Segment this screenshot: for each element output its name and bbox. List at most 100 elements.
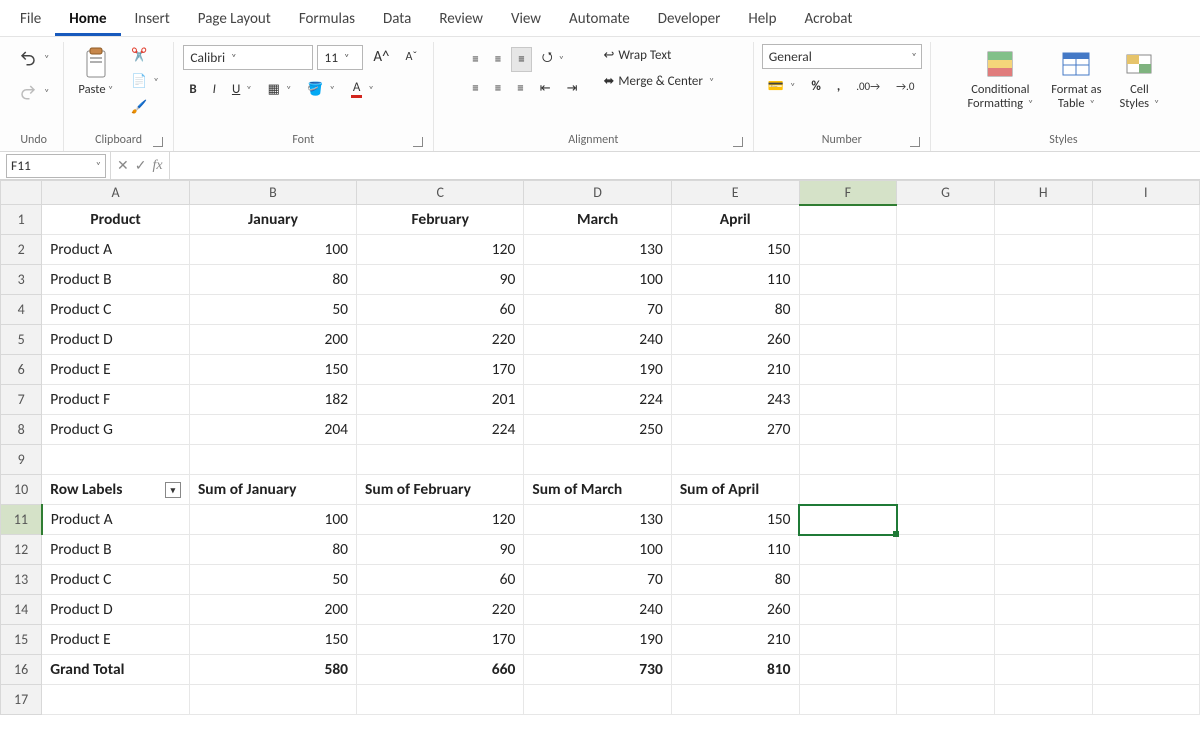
cell[interactable]: 730 — [524, 655, 671, 685]
cell[interactable]: 170 — [357, 625, 524, 655]
cell[interactable]: 150 — [671, 505, 799, 535]
cell[interactable]: Sum of January — [189, 475, 356, 505]
cell[interactable] — [799, 415, 897, 445]
cell[interactable]: 182 — [189, 385, 356, 415]
cell[interactable]: 100 — [524, 265, 671, 295]
row-header-8[interactable]: 8 — [1, 415, 42, 445]
col-header-A[interactable]: A — [42, 181, 190, 205]
cell[interactable] — [897, 535, 995, 565]
number-format-combo[interactable]: General˅ — [762, 44, 922, 69]
conditional-formatting-button[interactable]: ConditionalFormatting ˅ — [961, 44, 1039, 115]
cell[interactable] — [897, 565, 995, 595]
cell[interactable] — [897, 295, 995, 325]
cell[interactable]: 150 — [189, 625, 356, 655]
cell[interactable]: 200 — [189, 325, 356, 355]
cell[interactable] — [1092, 565, 1199, 595]
comma-button[interactable]: , — [831, 75, 846, 98]
dialog-launcher-icon[interactable] — [413, 137, 423, 147]
cell[interactable]: 90 — [357, 265, 524, 295]
cell[interactable]: 190 — [524, 625, 671, 655]
cell[interactable] — [799, 685, 897, 715]
row-header-11[interactable]: 11 — [1, 505, 42, 535]
row-header-9[interactable]: 9 — [1, 445, 42, 475]
cell[interactable]: 210 — [671, 355, 799, 385]
cell[interactable]: Product E — [42, 355, 190, 385]
cell[interactable] — [1092, 535, 1199, 565]
cell[interactable] — [357, 445, 524, 475]
tab-formulas[interactable]: Formulas — [285, 4, 369, 36]
format-as-table-button[interactable]: Format asTable ˅ — [1045, 44, 1107, 115]
cell[interactable]: 220 — [357, 325, 524, 355]
cell[interactable] — [1092, 505, 1199, 535]
cell[interactable]: 80 — [671, 565, 799, 595]
cell[interactable]: 60 — [357, 295, 524, 325]
cell[interactable] — [1092, 655, 1199, 685]
cell[interactable] — [42, 445, 190, 475]
cell[interactable]: Product B — [42, 265, 190, 295]
cell[interactable] — [1092, 325, 1199, 355]
tab-automate[interactable]: Automate — [555, 4, 644, 36]
col-header-F[interactable]: F — [799, 181, 897, 205]
cell[interactable] — [897, 325, 995, 355]
tab-developer[interactable]: Developer — [644, 4, 735, 36]
cell[interactable]: Product F — [42, 385, 190, 415]
tab-page-layout[interactable]: Page Layout — [184, 4, 285, 36]
cell[interactable] — [799, 205, 897, 235]
dialog-launcher-icon[interactable] — [910, 137, 920, 147]
row-header-13[interactable]: 13 — [1, 565, 42, 595]
cell[interactable]: 90 — [357, 535, 524, 565]
cell[interactable] — [799, 505, 897, 535]
name-box[interactable]: F11 ˅ — [6, 154, 106, 178]
decrease-indent-button[interactable]: ⇤ — [534, 77, 557, 100]
align-bottom-button[interactable]: ≡ — [511, 47, 531, 72]
cell[interactable]: Sum of March — [524, 475, 671, 505]
cell[interactable] — [994, 265, 1092, 295]
cell[interactable]: Product E — [42, 625, 190, 655]
cell[interactable]: 220 — [357, 595, 524, 625]
cell[interactable]: January — [189, 205, 356, 235]
col-header-E[interactable]: E — [671, 181, 799, 205]
cell[interactable] — [799, 295, 897, 325]
cell[interactable]: Product C — [42, 565, 190, 595]
cell[interactable] — [994, 655, 1092, 685]
percent-button[interactable]: % — [805, 75, 826, 98]
cut-button[interactable]: ✂️ — [125, 44, 165, 67]
cell[interactable]: Sum of April — [671, 475, 799, 505]
cell[interactable] — [994, 295, 1092, 325]
cell[interactable] — [189, 445, 356, 475]
cell[interactable]: 100 — [524, 535, 671, 565]
cell[interactable]: Product A — [42, 235, 190, 265]
formula-input[interactable] — [170, 154, 1200, 178]
font-size-combo[interactable]: 11˅ — [317, 45, 363, 70]
row-header-10[interactable]: 10 — [1, 475, 42, 505]
cell[interactable]: Product B — [42, 535, 190, 565]
cell[interactable]: Grand Total — [42, 655, 190, 685]
cell[interactable]: 240 — [524, 595, 671, 625]
cell[interactable] — [994, 535, 1092, 565]
dialog-launcher-icon[interactable] — [153, 137, 163, 147]
format-painter-button[interactable]: 🖌️ — [125, 96, 165, 119]
cell[interactable]: 100 — [189, 235, 356, 265]
copy-button[interactable]: 📄˅ — [125, 70, 165, 93]
cell[interactable]: 204 — [189, 415, 356, 445]
col-header-C[interactable]: C — [357, 181, 524, 205]
row-header-1[interactable]: 1 — [1, 205, 42, 235]
cell[interactable] — [799, 265, 897, 295]
cell[interactable]: 50 — [189, 295, 356, 325]
cell[interactable] — [897, 595, 995, 625]
cell[interactable]: 60 — [357, 565, 524, 595]
cell[interactable] — [1092, 295, 1199, 325]
font-color-button[interactable]: A˅ — [345, 76, 380, 102]
increase-font-button[interactable]: A^ — [367, 44, 395, 70]
col-header-B[interactable]: B — [189, 181, 356, 205]
accounting-format-button[interactable]: 💳˅ — [762, 75, 802, 98]
cell[interactable]: 250 — [524, 415, 671, 445]
row-header-5[interactable]: 5 — [1, 325, 42, 355]
cell[interactable] — [1092, 445, 1199, 475]
cell[interactable]: 260 — [671, 595, 799, 625]
cell[interactable]: 100 — [189, 505, 356, 535]
cell[interactable] — [994, 415, 1092, 445]
cell[interactable]: 170 — [357, 355, 524, 385]
cell[interactable] — [897, 625, 995, 655]
cell[interactable]: 210 — [671, 625, 799, 655]
